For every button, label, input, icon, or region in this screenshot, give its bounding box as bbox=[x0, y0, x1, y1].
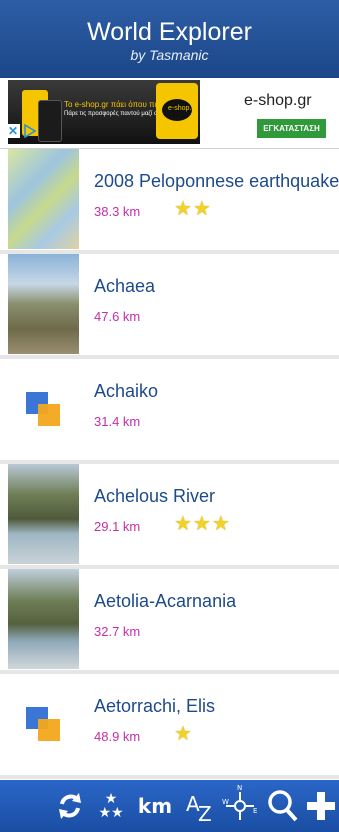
list-item[interactable]: Achaea 47.6 km bbox=[0, 254, 339, 359]
app-subtitle: by Tasmanic bbox=[130, 47, 209, 63]
stars-filter-icon[interactable]: ★ ★★ bbox=[94, 780, 128, 832]
ad-headline: Το e-shop.gr πάει όπου πας! bbox=[64, 100, 166, 109]
refresh-icon[interactable] bbox=[52, 780, 88, 832]
list-item[interactable]: Aetorrachi, Elis 48.9 km ★ bbox=[0, 674, 339, 779]
list-item[interactable]: Achaiko 31.4 km bbox=[0, 359, 339, 464]
place-name: Achaea bbox=[94, 276, 156, 296]
sort-z-label: Z bbox=[198, 802, 212, 826]
place-distance: 48.9 km bbox=[94, 729, 141, 744]
sort-az-button[interactable]: A Z bbox=[180, 780, 216, 832]
search-icon[interactable] bbox=[266, 780, 300, 832]
add-icon[interactable] bbox=[304, 780, 338, 832]
rating-stars-icon: ★★ bbox=[174, 198, 212, 220]
place-name: Achaiko bbox=[94, 381, 159, 401]
place-name: Aetolia-Acarnania bbox=[94, 591, 237, 611]
rating-stars-icon: ★★★ bbox=[174, 513, 231, 535]
ad-close-icon[interactable]: ✕ bbox=[8, 124, 20, 138]
ad-subline: Πάρε τις προσφορές παντού μαζί σου! bbox=[64, 111, 166, 117]
compass-icon[interactable]: N W E bbox=[220, 780, 260, 832]
placeholder-icon bbox=[26, 392, 62, 428]
eshop-logo: e-shop.gr bbox=[156, 83, 198, 139]
list-item[interactable]: 2008 Peloponnese earthquake 38.3 km ★★ bbox=[0, 149, 339, 254]
list-item[interactable]: Aetolia-Acarnania 32.7 km bbox=[0, 569, 339, 674]
river-thumbnail bbox=[8, 569, 79, 669]
ad-banner[interactable]: Το e-shop.gr πάει όπου πας! Πάρε τις προ… bbox=[0, 78, 339, 149]
svg-text:N: N bbox=[237, 784, 242, 792]
ad-choices-icon[interactable] bbox=[24, 124, 36, 138]
ad-site-label: e-shop.gr bbox=[244, 92, 312, 109]
place-name: Achelous River bbox=[94, 486, 216, 506]
place-name: 2008 Peloponnese earthquake bbox=[94, 171, 339, 191]
app-header: World Explorer by Tasmanic bbox=[0, 0, 339, 78]
placeholder-icon bbox=[26, 707, 62, 743]
place-distance: 29.1 km bbox=[94, 519, 141, 534]
river-thumbnail bbox=[8, 464, 79, 564]
place-distance: 32.7 km bbox=[94, 624, 141, 639]
km-units-button[interactable]: km bbox=[136, 780, 174, 832]
list-item[interactable]: Achelous River 29.1 km ★★★ bbox=[0, 464, 339, 569]
svg-text:E: E bbox=[253, 807, 257, 815]
place-distance: 47.6 km bbox=[94, 309, 141, 324]
logo-text: e-shop.gr bbox=[168, 105, 198, 112]
phone-graphic-dark bbox=[38, 100, 62, 142]
install-button[interactable]: ΕΓΚΑΤΑΣΤΑΣΗ bbox=[257, 119, 326, 138]
app-title: World Explorer bbox=[87, 18, 252, 46]
place-name: Aetorrachi, Elis bbox=[94, 696, 216, 716]
places-list: 2008 Peloponnese earthquake 38.3 km ★★ A… bbox=[0, 149, 339, 779]
place-distance: 38.3 km bbox=[94, 204, 141, 219]
map-thumbnail bbox=[8, 149, 79, 249]
bottom-toolbar: ★ ★★ km A Z N W E bbox=[0, 780, 339, 832]
landscape-thumbnail bbox=[8, 254, 79, 354]
rating-stars-icon: ★ bbox=[174, 723, 193, 745]
place-distance: 31.4 km bbox=[94, 414, 141, 429]
svg-text:W: W bbox=[222, 798, 229, 806]
